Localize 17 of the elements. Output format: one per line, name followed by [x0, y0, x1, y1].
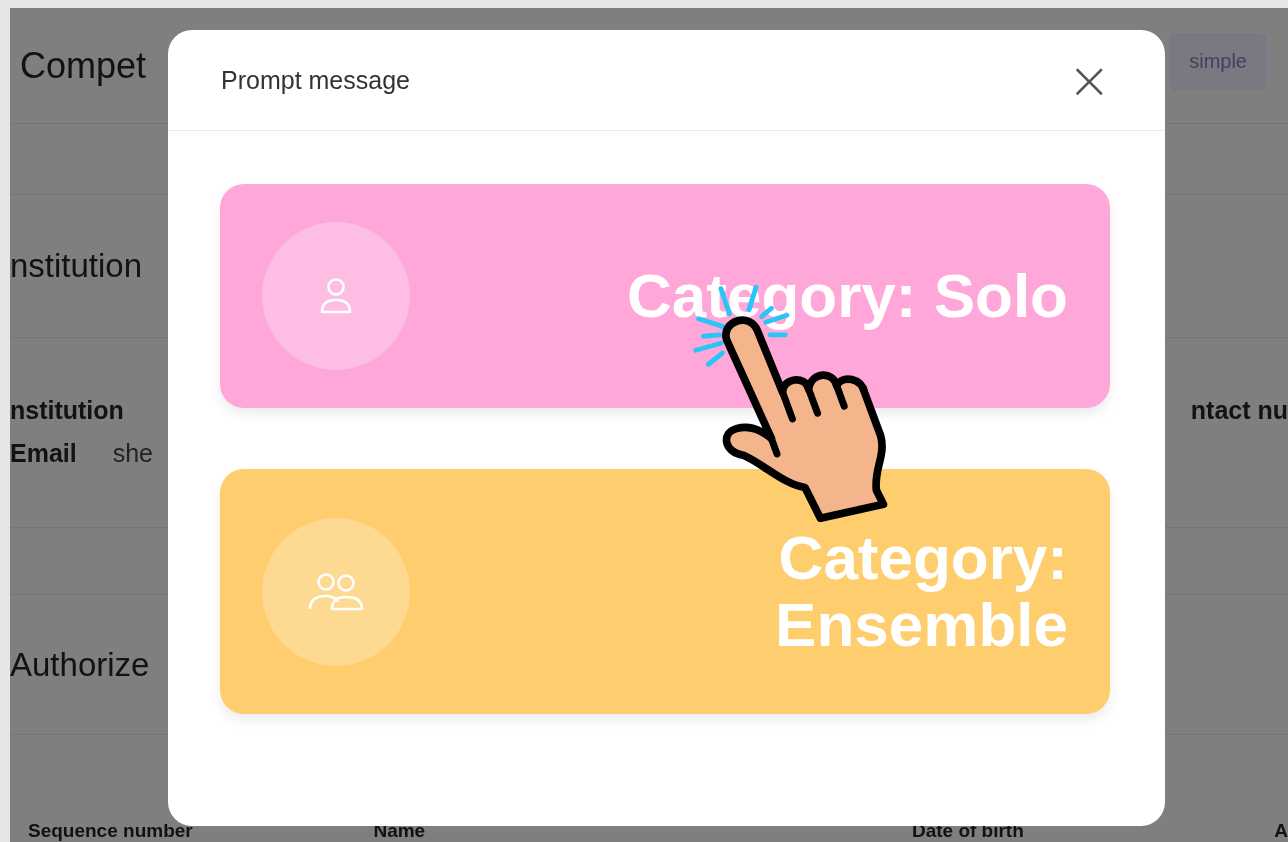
mode-button[interactable]: simple	[1170, 33, 1266, 90]
section-title: nstitution	[10, 247, 143, 285]
close-button[interactable]: ×	[1061, 54, 1117, 106]
field-value: she	[112, 439, 153, 468]
column-header: Name	[373, 821, 427, 840]
column-header: A	[1274, 821, 1288, 840]
field-label: ntact nu	[1190, 396, 1288, 425]
person-icon	[319, 277, 353, 315]
page-title: Compet	[20, 44, 147, 87]
category-label: Category: Ensemble	[774, 524, 1068, 659]
field-label: Email	[10, 439, 77, 468]
category-card[interactable]: Category: Ensemble	[220, 469, 1110, 714]
column-header: Sequence number	[28, 821, 194, 840]
dialog-title: Prompt message	[221, 65, 410, 95]
people-icon	[307, 571, 365, 612]
section-title: Authorize	[10, 645, 150, 684]
field-label: nstitution	[10, 396, 124, 425]
